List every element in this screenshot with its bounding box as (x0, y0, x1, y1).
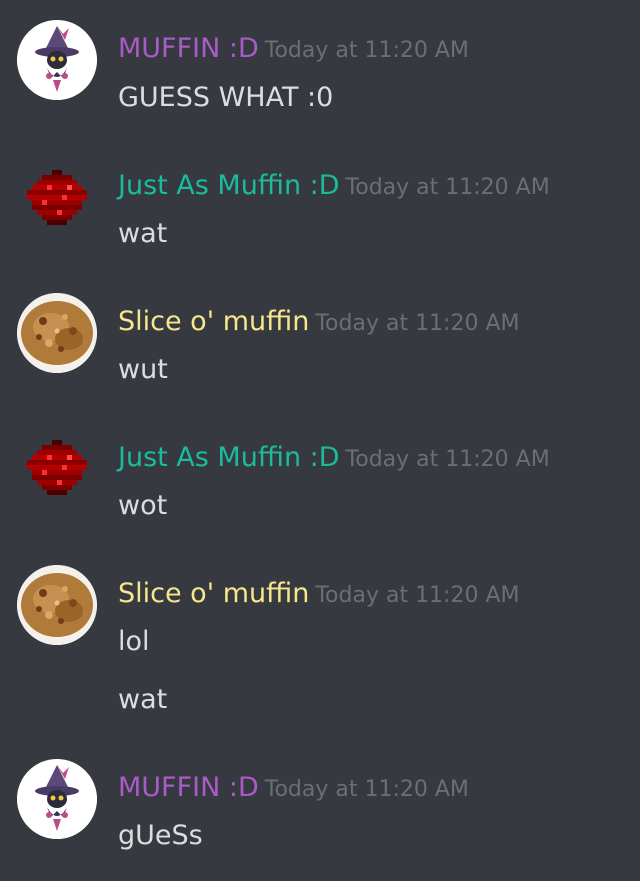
message-timestamp: Today at 11:20 AM (315, 311, 520, 336)
message-text: wut (118, 354, 168, 385)
message-timestamp: Today at 11:20 AM (315, 583, 520, 608)
message-header: MUFFIN :D Today at 11:20 AM (118, 771, 469, 805)
message-text: GUESS WHAT :0 (118, 82, 334, 113)
message-header: Just As Muffin :D Today at 11:20 AM (118, 441, 550, 475)
message-header: MUFFIN :D Today at 11:20 AM (118, 32, 469, 66)
redstone-dust-avatar-icon[interactable] (17, 430, 97, 510)
message-timestamp: Today at 11:20 AM (345, 447, 550, 472)
muffin-photo-avatar-icon[interactable] (17, 565, 97, 645)
message-text: wot (118, 490, 168, 521)
chat-message-list[interactable]: MUFFIN :D Today at 11:20 AM GUESS WHAT :0 (0, 0, 640, 881)
witch-pokemon-avatar-icon[interactable] (17, 20, 97, 100)
author-name[interactable]: MUFFIN :D (118, 33, 259, 64)
redstone-dust-avatar-icon[interactable] (17, 160, 97, 240)
witch-pokemon-avatar-icon[interactable] (17, 759, 97, 839)
message-timestamp: Today at 11:20 AM (264, 38, 469, 63)
author-name[interactable]: MUFFIN :D (118, 772, 259, 803)
author-name[interactable]: Just As Muffin :D (118, 442, 340, 473)
message-text: wat (118, 218, 168, 249)
message-timestamp: Today at 11:20 AM (345, 175, 550, 200)
message-header: Slice o' muffin Today at 11:20 AM (118, 305, 520, 339)
muffin-photo-avatar-icon[interactable] (17, 293, 97, 373)
message-header: Slice o' muffin Today at 11:20 AM (118, 577, 520, 611)
author-name[interactable]: Slice o' muffin (118, 578, 309, 609)
message-header: Just As Muffin :D Today at 11:20 AM (118, 169, 550, 203)
message-text: gUeSs (118, 820, 203, 851)
author-name[interactable]: Just As Muffin :D (118, 170, 340, 201)
message-text: wat (118, 684, 168, 715)
message-text: lol (118, 626, 150, 657)
message-timestamp: Today at 11:20 AM (264, 777, 469, 802)
author-name[interactable]: Slice o' muffin (118, 306, 309, 337)
